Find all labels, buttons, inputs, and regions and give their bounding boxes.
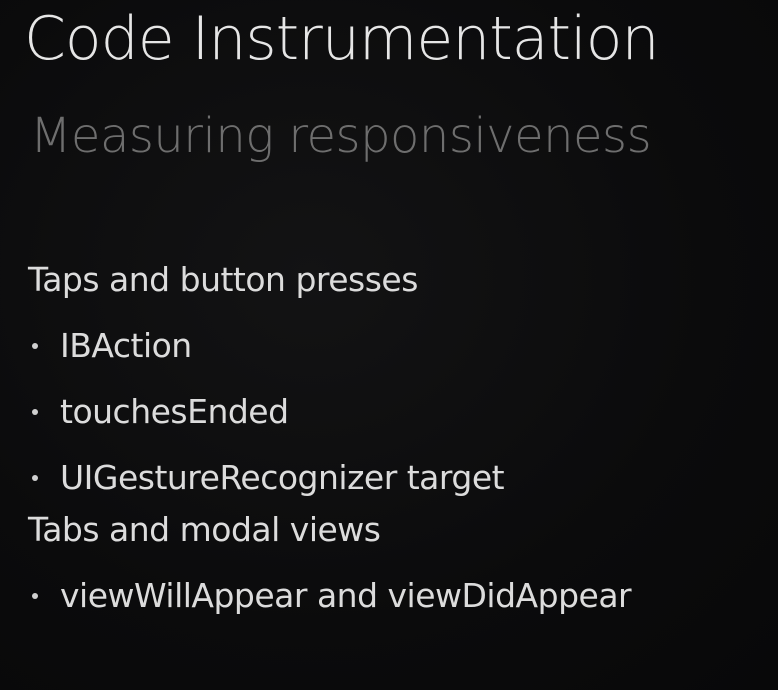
slide-subtitle: Measuring responsiveness <box>30 108 652 164</box>
bullet-item: IBAction <box>28 324 768 368</box>
slide-content: Taps and button presses IBAction touches… <box>28 258 768 618</box>
bullet-text: IBAction <box>60 326 192 365</box>
slide-title: Code Instrumentation <box>24 4 659 74</box>
bullet-text: touchesEnded <box>60 392 289 431</box>
bullet-text: UIGestureRecognizer target <box>60 458 505 497</box>
bullet-item: touchesEnded <box>28 390 768 434</box>
section-heading-tabs: Tabs and modal views <box>28 510 381 549</box>
bullet-item: viewWillAppear and viewDidAppear <box>28 574 768 618</box>
bullet-item: UIGestureRecognizer target <box>28 456 768 500</box>
section-heading-taps: Taps and button presses <box>28 260 418 299</box>
bullet-dot-icon <box>32 409 38 415</box>
bullet-dot-icon <box>32 475 38 481</box>
bullet-text: viewWillAppear and viewDidAppear <box>60 576 632 615</box>
slide: Code Instrumentation Measuring responsiv… <box>0 0 778 690</box>
bullet-dot-icon <box>32 343 38 349</box>
bullet-dot-icon <box>32 593 38 599</box>
